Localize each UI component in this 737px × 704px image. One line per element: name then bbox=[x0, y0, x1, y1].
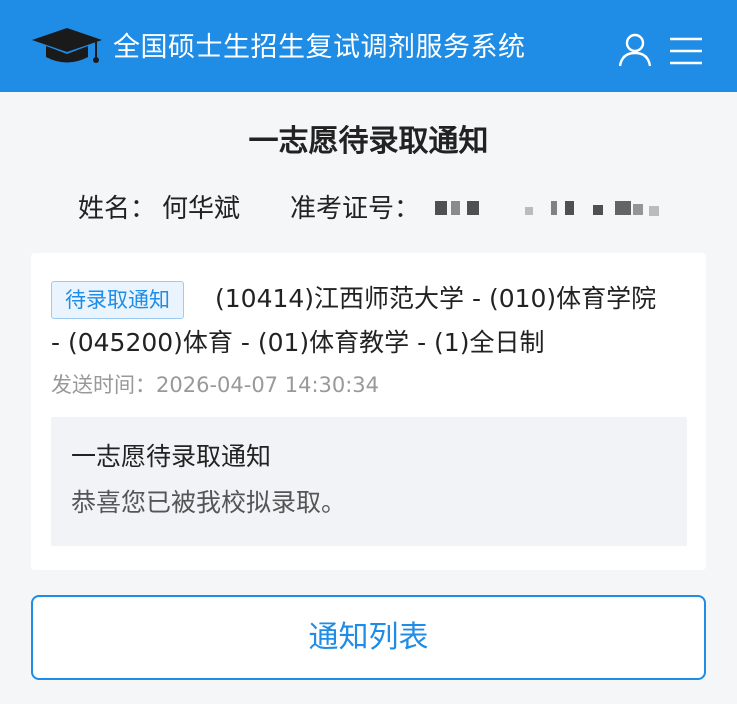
app-title: 全国硕士生招生复试调剂服务系统 bbox=[113, 32, 526, 63]
message-body: 恭喜您已被我校拟录取。 bbox=[71, 488, 347, 517]
app-header: 全国硕士生招生复试调剂服务系统 bbox=[0, 0, 737, 92]
program-info-line1: (10414)江西师范大学 - (010)体育学院 bbox=[215, 284, 657, 313]
name-value: 何华斌 bbox=[162, 194, 241, 224]
candidate-info: 姓名： 何华斌 准考证号： bbox=[0, 189, 737, 229]
message-title: 一志愿待录取通知 bbox=[71, 442, 272, 471]
status-badge: 待录取通知 bbox=[51, 281, 184, 319]
notice-card[interactable]: 待录取通知 (10414)江西师范大学 - (010)体育学院 - (04520… bbox=[31, 253, 706, 570]
user-icon[interactable] bbox=[617, 32, 653, 68]
program-info-line2: - (045200)体育 - (01)体育教学 - (1)全日制 bbox=[51, 328, 545, 357]
name-label: 姓名： bbox=[78, 194, 157, 224]
menu-icon[interactable] bbox=[668, 36, 704, 66]
exam-number-redacted bbox=[435, 201, 665, 217]
exam-number-label: 准考证号： bbox=[290, 194, 421, 224]
page-title: 一志愿待录取通知 bbox=[248, 124, 489, 159]
sent-time: 发送时间：2026-04-07 14:30:34 bbox=[51, 373, 380, 397]
notice-list-button[interactable]: 通知列表 bbox=[31, 595, 706, 680]
message-box: 一志愿待录取通知 恭喜您已被我校拟录取。 bbox=[51, 417, 687, 546]
graduation-cap-icon bbox=[32, 28, 102, 63]
